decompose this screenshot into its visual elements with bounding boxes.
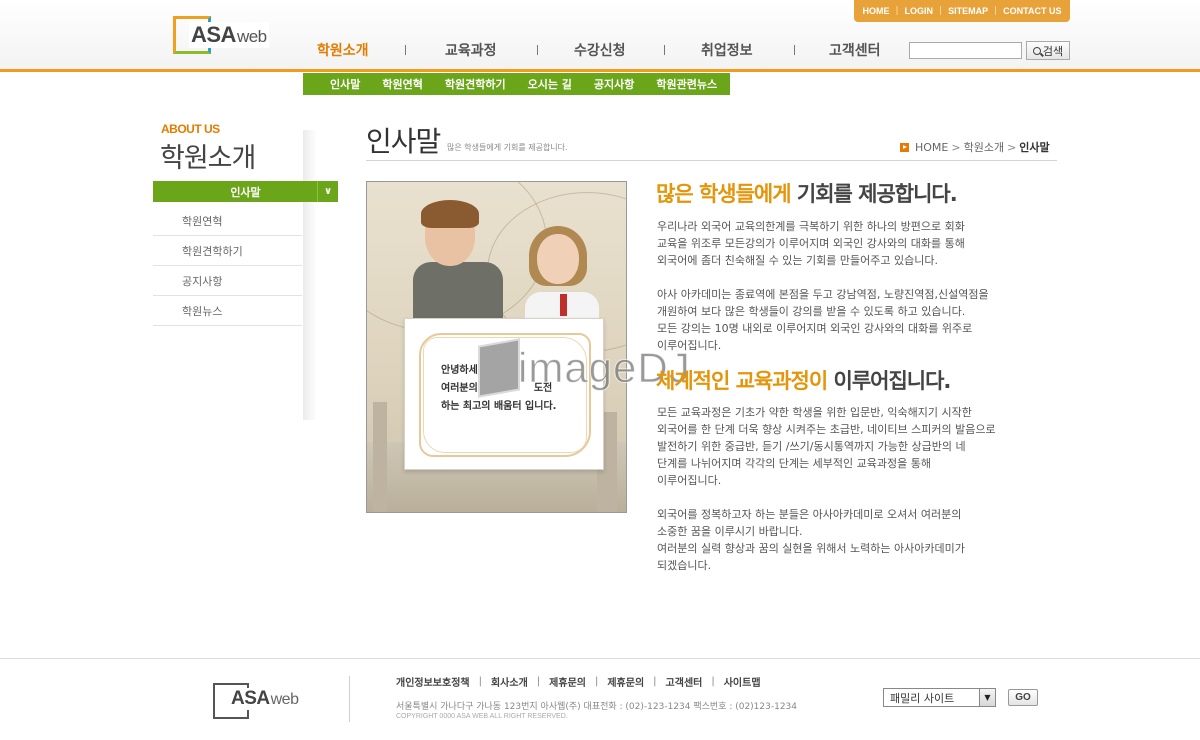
gnb-item-jobs[interactable]: 취업정보 xyxy=(701,40,753,60)
section-1-paragraph-1: 우리나라 외국어 교육의한계를 극복하기 위한 하나의 방편으로 회화 교육을 … xyxy=(657,220,965,267)
subnav-history[interactable]: 학원연혁 xyxy=(382,76,422,92)
home-icon xyxy=(900,142,909,152)
footer-divider xyxy=(0,658,1200,659)
section-2-title-rest: 이루어집니다. xyxy=(827,369,952,393)
footer-logo[interactable]: ASAweb xyxy=(213,683,313,719)
footer-links: 개인정보보호정책 | 회사소개 | 제휴문의 | 제휴문의 | 고객센터 | 사이트맵 xyxy=(396,674,761,689)
util-sitemap-link[interactable]: SITEMAP xyxy=(948,6,988,16)
section-2-title-highlight: 체계적인 교육과정이 xyxy=(656,369,828,393)
family-site-value: 패밀리 사이트 xyxy=(890,691,955,705)
section-1-paragraph-2: 아사 아카데미는 종료역에 본점을 두고 강남역점, 노량진역점,신설역점을 개… xyxy=(657,288,989,352)
breadcrumb: HOME > 학원소개 > 인사말 xyxy=(900,139,1050,155)
chevron-down-icon: ∨ xyxy=(317,181,338,202)
section-2-paragraph-2: 외국어를 정복하고자 하는 분들은 아사아카데미로 오셔서 여러분의 소중한 꿈… xyxy=(657,508,965,572)
footer-link-company[interactable]: 회사소개 xyxy=(491,674,528,689)
sidebar-shadow xyxy=(303,130,317,420)
section-1-title-highlight: 많은 학생들에게 xyxy=(656,182,792,206)
sidebar-menu: 학원연혁 학원견학하기 공지사항 학원뉴스 xyxy=(153,206,302,326)
footer-vertical-divider xyxy=(349,676,350,722)
gnb-divider xyxy=(537,45,538,55)
search-button-label: 검색 xyxy=(1042,44,1064,58)
sub-nav: 인사말 학원연혁 학원견학하기 오시는 길 공지사항 학원관련뉴스 xyxy=(303,73,730,95)
subnav-notices[interactable]: 공지사항 xyxy=(594,76,634,92)
logo-main: ASA xyxy=(191,22,236,47)
gnb-divider xyxy=(405,45,406,55)
search-icon xyxy=(1032,46,1041,55)
card-line-2: 여러분의 xyxy=(441,383,478,394)
logo-sub: web xyxy=(236,27,267,46)
section-2-title: 체계적인 교육과정이 이루어집니다. xyxy=(656,365,952,395)
page-title: 인사말 xyxy=(366,125,441,158)
gnb-divider xyxy=(664,45,665,55)
gnb-item-register[interactable]: 수강신청 xyxy=(574,40,626,60)
sidebar-item-news[interactable]: 학원뉴스 xyxy=(153,296,302,326)
section-1-title: 많은 학생들에게 기회를 제공합니다. xyxy=(656,178,958,208)
breadcrumb-current: 인사말 xyxy=(1019,141,1050,154)
sidebar-item-greeting[interactable]: 인사말 ∨ xyxy=(153,181,338,202)
breadcrumb-home[interactable]: HOME xyxy=(915,141,948,154)
dropdown-arrow-icon: ▼ xyxy=(979,689,995,706)
util-login-link[interactable]: LOGIN xyxy=(905,6,934,16)
section-2-paragraph-1: 모든 교육과정은 기초가 약한 학생을 위한 입문반, 익숙해지기 시작한 외국… xyxy=(657,406,996,487)
chevron-right-icon: > xyxy=(951,140,961,154)
breadcrumb-section[interactable]: 학원소개 xyxy=(964,139,1004,155)
footer-logo-main: ASA xyxy=(231,688,270,709)
footer-copyright: COPYRIGHT 0000 ASA WEB ALL RIGHT RESERVE… xyxy=(396,713,568,720)
family-site-select[interactable]: 패밀리 사이트 ▼ xyxy=(883,688,996,707)
footer-link-partnership[interactable]: 제휴문의 xyxy=(549,674,586,689)
subnav-directions[interactable]: 오시는 길 xyxy=(528,76,572,92)
sidebar-item-history[interactable]: 학원연혁 xyxy=(153,206,302,236)
footer-logo-sub: web xyxy=(270,691,299,708)
footer-link-support[interactable]: 고객센터 xyxy=(666,674,703,689)
footer-link-sitemap[interactable]: 사이트맵 xyxy=(724,674,761,689)
gnb-item-courses[interactable]: 교육과정 xyxy=(445,40,497,60)
sidebar-item-label: 인사말 xyxy=(230,185,261,199)
section-1-title-rest: 기회를 제공합니다. xyxy=(790,182,958,206)
sidebar-heading-en: ABOUT US xyxy=(161,122,220,136)
footer-link-privacy[interactable]: 개인정보보호정책 xyxy=(396,674,470,689)
sidebar-heading: 학원소개 xyxy=(160,143,256,174)
chevron-right-icon: > xyxy=(1007,140,1017,154)
subnav-greeting[interactable]: 인사말 xyxy=(330,76,360,92)
gnb-item-about[interactable]: 학원소개 xyxy=(317,40,369,60)
footer-link-partnership-2[interactable]: 제휴문의 xyxy=(607,674,644,689)
utility-bar: HOME | LOGIN | SITEMAP | CONTACT US xyxy=(854,0,1070,22)
util-home-link[interactable]: HOME xyxy=(863,6,890,16)
subnav-tour[interactable]: 학원견학하기 xyxy=(445,76,506,92)
page-description: 많은 학생들에게 기회를 제공합니다. xyxy=(447,143,568,152)
main-nav: 학원소개 교육과정 수강신청 취업정보 고객센터 xyxy=(300,40,900,62)
title-divider xyxy=(366,160,1057,161)
footer-address: 서울특별시 가나다구 가나동 123번지 아사웹(주) 대표전화 : (02)-… xyxy=(396,702,798,712)
util-contact-link[interactable]: CONTACT US xyxy=(1003,6,1061,16)
sidebar-item-notices[interactable]: 공지사항 xyxy=(153,266,302,296)
subnav-news[interactable]: 학원관련뉴스 xyxy=(656,76,717,92)
search-input[interactable] xyxy=(909,42,1022,59)
watermark-icon xyxy=(478,338,520,398)
sidebar-item-tour[interactable]: 학원견학하기 xyxy=(153,236,302,266)
watermark: imageDJ xyxy=(478,338,690,402)
logo[interactable]: ASAweb xyxy=(173,16,273,54)
gnb-divider xyxy=(794,45,795,55)
go-button[interactable]: GO xyxy=(1008,689,1038,706)
gnb-item-support[interactable]: 고객센터 xyxy=(829,40,881,60)
search-button[interactable]: 검색 xyxy=(1026,41,1070,60)
